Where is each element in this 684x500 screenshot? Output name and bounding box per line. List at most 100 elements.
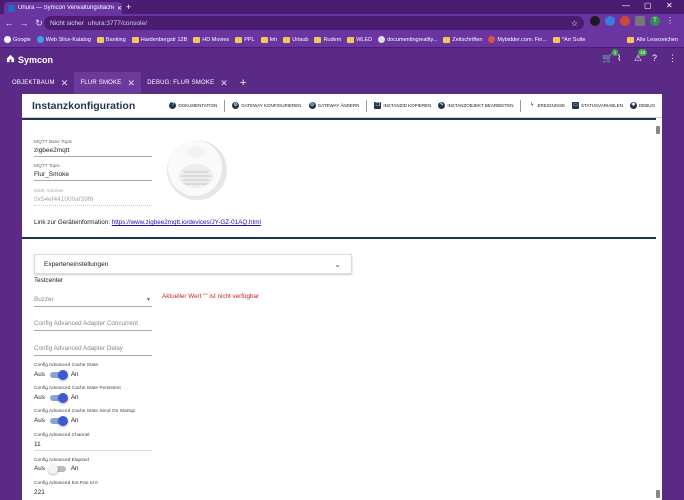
events-button[interactable]: ϟ EREIGNISSE <box>528 102 565 109</box>
copy-instance-id-button[interactable]: ❐ INSTANZID KOPIEREN <box>374 102 431 109</box>
bookmark-item[interactable]: PPL <box>235 36 255 43</box>
tab-debug-flur-smoke[interactable]: DEBUG: FLUR SMOKE ✕ <box>141 72 234 94</box>
documentation-button[interactable]: ? DOKUMENTATION <box>169 102 217 109</box>
bookmark-item[interactable]: WLED <box>347 36 372 43</box>
folder-icon <box>260 36 268 43</box>
copy-icon: ❐ <box>374 102 382 109</box>
tab-flur-smoke[interactable]: FLUR SMOKE ✕ <box>74 72 142 94</box>
change-gateway-button[interactable]: ⚙ GATEWAY ÄNDERN <box>308 102 359 109</box>
bookmark-item[interactable]: Hardenbergstr 12B <box>131 36 187 43</box>
bookmark-item[interactable]: Banking <box>96 36 126 43</box>
app-name: Symcon <box>18 55 54 65</box>
back-icon[interactable]: ← <box>3 18 15 28</box>
ext-pan-id-field[interactable]: 221 <box>34 489 152 498</box>
url-text[interactable]: uhura:3777/console/ <box>88 20 147 27</box>
topic-field[interactable]: Flur_Smoke <box>34 171 152 181</box>
address-bar[interactable]: Nicht sicher uhura:3777/console/ ☆ <box>44 16 584 30</box>
cache-state-toggle[interactable]: Aus An <box>34 369 79 380</box>
scrollbar-thumb-bottom[interactable] <box>656 490 660 498</box>
toggle-switch[interactable] <box>49 369 68 380</box>
bookmark-item[interactable]: Mybidder.com: Fin... <box>488 36 547 43</box>
folder-icon <box>443 36 451 43</box>
smoke-detector-image <box>167 140 227 200</box>
cache-startup-label: Config Advanced Cache State Send On Star… <box>34 409 136 414</box>
status-variables-button[interactable]: ▭ STATUSVARIABLEN <box>571 102 623 109</box>
bookmarks-bar: Google Web Slice-Katalog Banking Hardenb… <box>0 32 684 48</box>
folder-icon <box>283 36 291 43</box>
folder-icon <box>552 36 560 43</box>
window-close-icon[interactable]: ✕ <box>666 1 673 10</box>
elapsed-toggle[interactable]: Aus An <box>34 463 79 474</box>
close-icon[interactable]: ✕ <box>127 78 135 89</box>
profile-avatar[interactable]: T <box>650 16 660 26</box>
symcon-favicon <box>8 4 15 12</box>
channel-field[interactable]: 11 <box>34 441 152 451</box>
bookmark-star-icon[interactable]: ☆ <box>571 19 578 28</box>
close-icon[interactable]: ✕ <box>61 78 69 89</box>
cart-icon[interactable]: 🛒 1 <box>602 49 619 64</box>
bookmark-item[interactable]: Google <box>4 36 31 43</box>
bookmark-item[interactable]: Web Slice-Katalog <box>36 36 91 43</box>
debug-button[interactable]: ✱ DEBUG <box>629 102 655 109</box>
bookmark-item[interactable]: Urlaub <box>283 36 308 43</box>
configure-gateway-button[interactable]: ⚙ GATEWAY KONFIGURIEREN <box>232 102 302 109</box>
extension-icon[interactable] <box>605 16 615 26</box>
scrollbar-thumb[interactable] <box>656 126 660 134</box>
extension-icon[interactable] <box>620 16 630 26</box>
security-indicator[interactable]: Nicht sicher <box>50 20 84 27</box>
browser-tab-title: Uhura — Symcon Verwaltungsfläche <box>18 5 114 11</box>
cache-persistent-toggle[interactable]: Aus An <box>34 392 79 403</box>
help-icon[interactable]: ? <box>652 53 657 63</box>
more-menu-icon[interactable]: ⋮ <box>668 53 677 64</box>
home-icon[interactable] <box>6 54 15 63</box>
testcenter-heading: Testcenter <box>34 277 64 284</box>
minimize-icon[interactable]: — <box>622 1 630 10</box>
browser-tab-strip: Uhura — Symcon Verwaltungsfläche ✕ + — ▢… <box>0 0 684 14</box>
bookmark-item[interactable]: documentingreality... <box>378 36 437 43</box>
mybidder-icon <box>488 36 496 43</box>
edit-instance-object-button[interactable]: ✎ INSTANZOBJEKT BEARBEITEN <box>438 102 513 109</box>
tab-objektbaum[interactable]: OBJEKTBAUM ✕ <box>6 72 74 94</box>
adapter-concurrent-input[interactable]: Config Advanced Adapter Concurrent <box>34 320 152 331</box>
bug-icon: ✱ <box>629 102 637 109</box>
toggle-switch[interactable] <box>49 392 68 403</box>
toggle-switch[interactable] <box>49 415 68 426</box>
close-icon[interactable]: ✕ <box>117 5 122 12</box>
browser-tab[interactable]: Uhura — Symcon Verwaltungsfläche ✕ <box>4 2 122 14</box>
extension-icon[interactable] <box>590 16 600 26</box>
tag-icon: ▭ <box>571 102 579 109</box>
alien-icon <box>378 36 386 43</box>
activity-chart-icon[interactable]: ⌇ <box>617 53 621 64</box>
elapsed-label: Config Advanced Elapsed <box>34 458 89 463</box>
folder-icon <box>235 36 243 43</box>
menu-dots-icon[interactable]: ⋮ <box>665 16 675 26</box>
ieee-field: 0x54ef441000af39f6 <box>34 196 152 206</box>
add-tab-button[interactable]: + <box>234 72 253 94</box>
notifications-badge: 18 <box>638 49 648 56</box>
device-info-link[interactable]: https://www.zigbee2mqtt.io/devices/JY-GZ… <box>112 219 261 226</box>
forward-icon[interactable]: → <box>18 18 30 28</box>
panel-header: Instanzkonfiguration ? DOKUMENTATION ⚙ GAT… <box>22 94 662 118</box>
adapter-delay-input[interactable]: Config Advanced Adapter Delay <box>34 345 152 356</box>
maximize-icon[interactable]: ▢ <box>644 1 652 10</box>
bookmark-item[interactable]: HD Movies <box>193 36 229 43</box>
close-icon[interactable]: ✕ <box>220 78 228 89</box>
new-tab-button[interactable]: + <box>126 2 131 12</box>
all-bookmarks[interactable]: Alle Lesezeichen <box>627 36 678 43</box>
buzzer-select[interactable]: Buzzer ▼ <box>34 296 152 307</box>
bookmark-item[interactable]: *Arr Suite <box>552 36 585 43</box>
google-icon <box>4 36 11 43</box>
toggle-switch[interactable] <box>47 463 66 474</box>
expert-settings-expander[interactable]: Experteneinstellungen ⌄ <box>34 254 352 274</box>
extensions-puzzle-icon[interactable] <box>635 16 645 26</box>
bookmark-item[interactable]: Zeitschriften <box>443 36 482 43</box>
instance-configuration-panel: Instanzkonfiguration ? DOKUMENTATION ⚙ GAT… <box>22 94 662 500</box>
bookmark-item[interactable]: feh <box>260 36 277 43</box>
app-header: Symcon 🛒 1 ⌇ ⚠ 18 ? ⋮ <box>0 48 684 72</box>
notifications-icon[interactable]: ⚠ 18 <box>634 49 648 64</box>
browser-extensions: T ⋮ <box>590 16 675 26</box>
cache-startup-toggle[interactable]: Aus An <box>34 415 79 426</box>
base-topic-field[interactable]: zigbee2mqtt <box>34 147 152 157</box>
bookmark-item[interactable]: Rudem <box>314 36 341 43</box>
gear-icon: ⚙ <box>308 102 316 109</box>
